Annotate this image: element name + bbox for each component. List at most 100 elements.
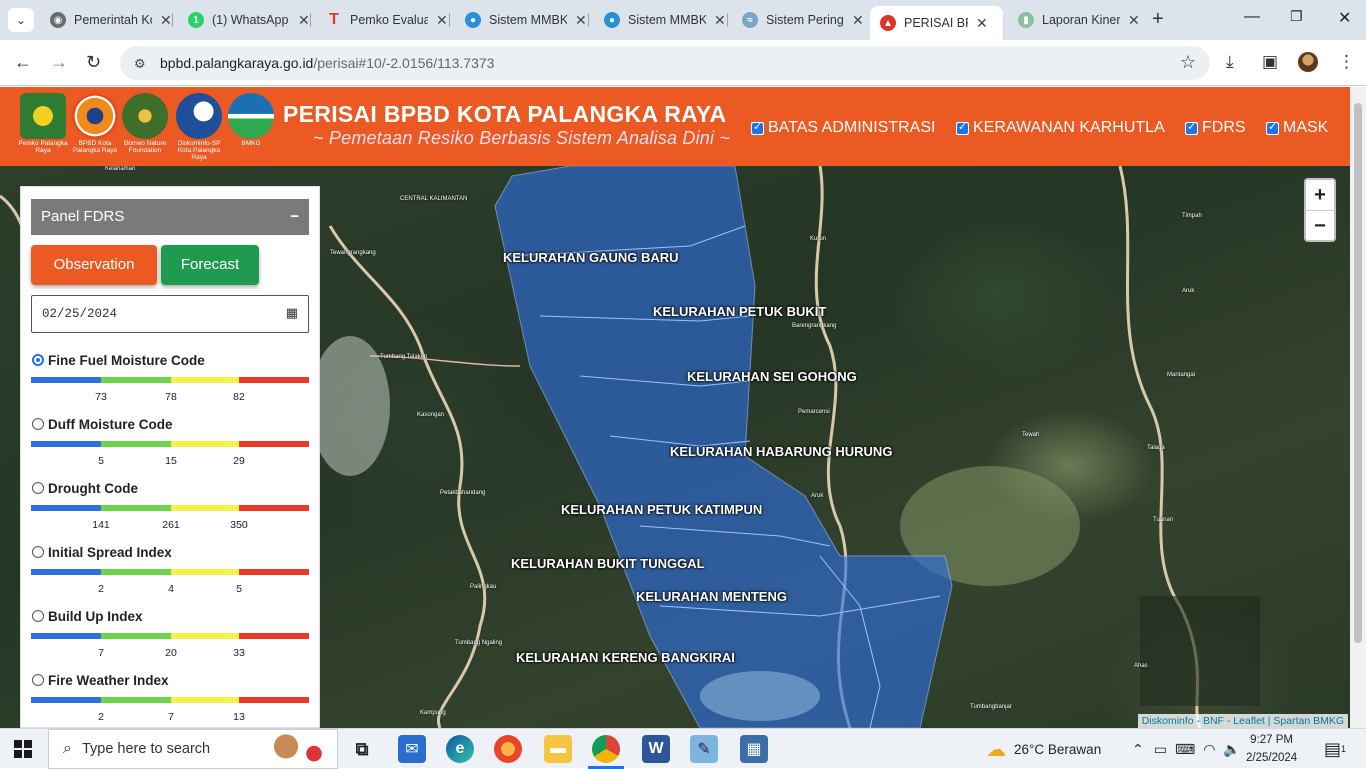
wifi-icon[interactable]: ◠ bbox=[1203, 741, 1215, 758]
browser-tab[interactable]: 1 (1) WhatsApp ✕ bbox=[178, 6, 310, 34]
notification-center-icon[interactable]: ▤ 1 bbox=[1324, 729, 1346, 769]
new-tab-button[interactable]: + bbox=[1152, 8, 1164, 31]
zoom-out-button[interactable]: − bbox=[1306, 210, 1334, 240]
color-scale-bar bbox=[31, 569, 309, 575]
chevron-up-icon[interactable]: ⌃ bbox=[1132, 741, 1144, 758]
page-scrollbar[interactable] bbox=[1350, 87, 1366, 728]
close-tab-icon[interactable]: ✕ bbox=[976, 15, 988, 32]
download-icon[interactable]: ⤓ bbox=[1226, 52, 1234, 72]
checkbox-checked[interactable] bbox=[751, 120, 764, 135]
forward-button[interactable]: → bbox=[50, 52, 68, 73]
color-scale-bar bbox=[31, 505, 309, 511]
kelurahan-label: KELURAHAN BUKIT TUNGGAL bbox=[511, 556, 705, 571]
calendar-icon[interactable]: ▦ bbox=[286, 296, 298, 332]
meet-now-icon[interactable]: ▭ bbox=[1154, 741, 1167, 758]
index-fwi[interactable]: Fire Weather Index 2 7 13 bbox=[31, 673, 309, 727]
index-dmc[interactable]: Duff Moisture Code 5 15 29 bbox=[31, 417, 309, 479]
scrollbar-thumb[interactable] bbox=[1354, 103, 1362, 643]
index-dc[interactable]: Drought Code 141 261 350 bbox=[31, 481, 309, 543]
zoom-in-button[interactable]: + bbox=[1306, 180, 1334, 210]
bpbd-logo bbox=[72, 93, 118, 139]
layer-toggle-batas-administrasi[interactable]: BATAS ADMINISTRASI bbox=[751, 119, 935, 137]
layer-toggle-fdrs[interactable]: FDRS bbox=[1185, 119, 1246, 137]
radio-unselected[interactable] bbox=[32, 674, 44, 686]
volume-icon[interactable]: 🔈 bbox=[1223, 741, 1240, 758]
calculator-icon[interactable]: ▦ bbox=[740, 735, 768, 763]
forecast-button[interactable]: Forecast bbox=[161, 245, 259, 285]
edge-icon[interactable]: e bbox=[446, 735, 474, 763]
map-attribution[interactable]: Diskominfo - BNF - Leaflet | Spartan BMK… bbox=[1137, 714, 1348, 728]
observation-button[interactable]: Observation bbox=[31, 245, 157, 285]
browser-tab[interactable]: ● Sistem MMBKT ✕ bbox=[594, 6, 726, 34]
back-button[interactable]: ← bbox=[14, 52, 32, 73]
restore-window-button[interactable]: ❐ bbox=[1290, 8, 1303, 25]
checkbox-checked[interactable] bbox=[1185, 120, 1198, 135]
browser-tab[interactable]: ≈ Sistem Peringatan ✕ bbox=[732, 6, 864, 34]
close-tab-icon[interactable]: ✕ bbox=[1128, 12, 1140, 29]
menu-kebab-icon[interactable]: ⋮ bbox=[1338, 52, 1355, 72]
place-label: Tewangrangkang bbox=[330, 250, 376, 256]
side-panel-icon[interactable]: ▣ bbox=[1262, 52, 1278, 72]
firefox-icon[interactable] bbox=[494, 735, 522, 763]
t-logo-icon: T bbox=[329, 11, 339, 28]
index-bui[interactable]: Build Up Index 7 20 33 bbox=[31, 609, 309, 671]
plantation-grid bbox=[1140, 596, 1260, 706]
windows-taskbar: ⌕ Type here to search ⧉ ✉ e ▬ W ✎ ▦ ☁ 26… bbox=[0, 728, 1366, 769]
task-view-icon[interactable]: ⧉ bbox=[348, 735, 376, 763]
layer-toggle-kerawanan-karhutla[interactable]: KERAWANAN KARHUTLA bbox=[956, 119, 1165, 137]
radio-unselected[interactable] bbox=[32, 482, 44, 494]
radio-unselected[interactable] bbox=[32, 418, 44, 430]
index-isi[interactable]: Initial Spread Index 2 4 5 bbox=[31, 545, 309, 607]
close-window-button[interactable]: ✕ bbox=[1338, 8, 1351, 28]
browser-tab[interactable]: ▮ Laporan Kinerja ✕ bbox=[1008, 6, 1140, 34]
radio-selected[interactable] bbox=[32, 354, 44, 366]
close-tab-icon[interactable]: ✕ bbox=[852, 12, 864, 29]
river bbox=[328, 225, 487, 728]
kelurahan-label: KELURAHAN PETUK KATIMPUN bbox=[561, 502, 763, 517]
radio-unselected[interactable] bbox=[32, 610, 44, 622]
fdrs-panel: Panel FDRS − Observation Forecast 02/25/… bbox=[20, 186, 320, 728]
word-icon[interactable]: W bbox=[642, 735, 670, 763]
chrome-icon[interactable] bbox=[592, 735, 620, 763]
url-bar[interactable]: ⚙ bpbd.palangkaraya.go.id/perisai#10/-2.… bbox=[120, 46, 1210, 80]
windows-start-icon[interactable] bbox=[14, 740, 32, 758]
radio-unselected[interactable] bbox=[32, 546, 44, 558]
browser-tab-active[interactable]: ▲ PERISAI BPBD ✕ bbox=[870, 6, 1003, 40]
place-label: Aruk bbox=[1182, 288, 1195, 294]
close-tab-icon[interactable]: ✕ bbox=[714, 12, 726, 29]
browser-tab[interactable]: ● Sistem MMBKT ✕ bbox=[455, 6, 587, 34]
tab-separator bbox=[449, 13, 450, 27]
checkbox-checked[interactable] bbox=[1266, 120, 1279, 135]
profile-avatar[interactable] bbox=[1298, 52, 1318, 72]
close-tab-icon[interactable]: ✕ bbox=[160, 12, 172, 29]
bookmark-star-icon[interactable]: ☆ bbox=[1180, 52, 1196, 73]
reload-button[interactable]: ↻ bbox=[86, 52, 101, 73]
kelurahan-label: KELURAHAN SEI GOHONG bbox=[687, 369, 857, 384]
tab-search-dropdown[interactable]: ⌄ bbox=[8, 8, 34, 32]
close-tab-icon[interactable]: ✕ bbox=[298, 12, 310, 29]
layer-toggle-mask[interactable]: MASK bbox=[1266, 119, 1328, 137]
checkbox-checked[interactable] bbox=[956, 120, 969, 135]
file-explorer-icon[interactable]: ▬ bbox=[544, 735, 572, 763]
close-tab-icon[interactable]: ✕ bbox=[575, 12, 587, 29]
language-icon[interactable]: ⌨ bbox=[1175, 741, 1195, 758]
close-tab-icon[interactable]: ✕ bbox=[436, 12, 448, 29]
taskbar-search-box[interactable]: ⌕ Type here to search bbox=[48, 729, 338, 769]
color-scale-bar bbox=[31, 377, 309, 383]
browser-tab[interactable]: T Pemko Evaluasi ✕ bbox=[316, 6, 448, 34]
weather-widget[interactable]: ☁ 26°C Berawan bbox=[986, 729, 1101, 769]
place-label: Talaga bbox=[1147, 445, 1165, 451]
paint-icon[interactable]: ✎ bbox=[690, 735, 718, 763]
index-ffmc[interactable]: Fine Fuel Moisture Code 73 78 82 bbox=[31, 353, 309, 415]
browser-tab[interactable]: ◉ Pemerintah Kota Palangka Raya ✕ bbox=[40, 6, 172, 34]
tray-icons: ⌃ ▭ ⌨ ◠ 🔈 bbox=[1132, 729, 1241, 769]
mail-icon[interactable]: ✉ bbox=[398, 735, 426, 763]
site-title: PERISAI BPBD KOTA PALANGKA RAYA bbox=[283, 101, 727, 127]
taskbar-clock[interactable]: 9:27 PM 2/25/2024 bbox=[1246, 731, 1297, 767]
minimize-window-button[interactable]: — bbox=[1244, 8, 1260, 26]
site-settings-icon[interactable]: ⚙ bbox=[134, 56, 150, 71]
place-label: Kampung bbox=[420, 710, 446, 716]
panel-minimize-button[interactable]: − bbox=[290, 199, 299, 235]
date-input[interactable]: 02/25/2024 ▦ bbox=[31, 295, 309, 333]
bpbd-icon: ▲ bbox=[880, 15, 896, 31]
